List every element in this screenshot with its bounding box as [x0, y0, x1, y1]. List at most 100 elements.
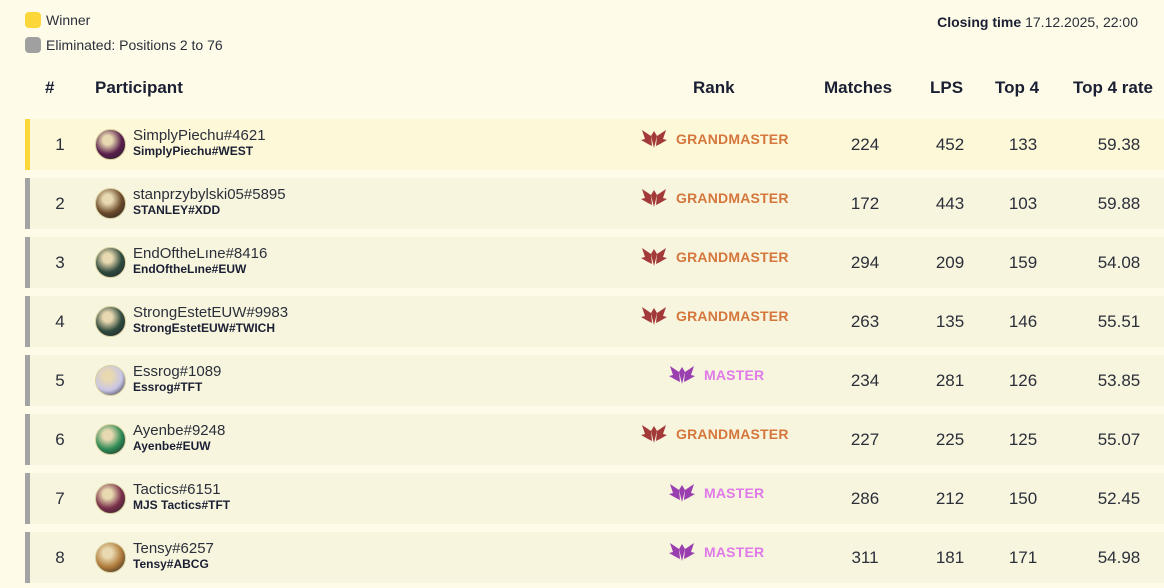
table-row[interactable]: 5 Essrog#1089 Essrog#TFT MASTER 234 281 126 53.…	[25, 355, 1164, 406]
top4-rate-value: 55.07	[1097, 429, 1141, 449]
riot-id[interactable]: Tensy#6257	[133, 540, 214, 557]
rank-label: MASTER	[704, 485, 765, 501]
rank-badge: MASTER	[668, 532, 764, 572]
riot-id[interactable]: EndOftheLıne#8416	[133, 245, 267, 262]
participant-name[interactable]: EndOftheLıne#8416 EndOftheLıne#EUW	[133, 245, 267, 276]
table-row[interactable]: 4 StrongEstetEUW#9983 StrongEstetEUW#TWICH…	[25, 296, 1164, 347]
table-row[interactable]: 7 Tactics#6151 MJS Tactics#TFT MASTER 286 212…	[25, 473, 1164, 524]
closing-time-value: 17.12.2025, 22:00	[1025, 14, 1138, 30]
table-row[interactable]: 3 EndOftheLıne#8416 EndOftheLıne#EUW GRANDM…	[25, 237, 1164, 288]
position: 1	[55, 134, 65, 154]
riot-id[interactable]: Essrog#1089	[133, 363, 221, 380]
rank-badge: MASTER	[668, 473, 764, 513]
riot-id[interactable]: SimplyPiechu#4621	[133, 127, 266, 144]
top4-value: 171	[1008, 547, 1038, 567]
grandmaster-emblem-icon	[640, 422, 668, 446]
master-emblem-icon	[668, 481, 696, 505]
display-tag: MJS Tactics#TFT	[133, 498, 231, 512]
display-tag: Tensy#ABCG	[133, 557, 209, 571]
top4-value: 150	[1008, 488, 1038, 508]
avatar[interactable]	[95, 542, 126, 573]
table-row[interactable]: 8 Tensy#6257 Tensy#ABCG MASTER 311 181 171 54.9…	[25, 532, 1164, 583]
lps-value: 281	[935, 370, 965, 390]
col-top4[interactable]: Top 4	[995, 78, 1039, 98]
participant-name[interactable]: Essrog#1089 Essrog#TFT	[133, 363, 221, 394]
table-row[interactable]: 1 SimplyPiechu#4621 SimplyPiechu#WEST GRAND…	[25, 119, 1164, 170]
avatar[interactable]	[95, 129, 126, 160]
position: 4	[55, 311, 65, 331]
participant-name[interactable]: Tensy#6257 Tensy#ABCG	[133, 540, 214, 571]
riot-id[interactable]: stanprzybylski05#5895	[133, 186, 286, 203]
rank-badge: GRANDMASTER	[640, 119, 789, 159]
leaderboard-page: Winner Eliminated: Positions 2 to 76 Clo…	[0, 0, 1164, 588]
legend-eliminated: Eliminated: Positions 2 to 76	[25, 37, 223, 53]
avatar[interactable]	[95, 247, 126, 278]
avatar[interactable]	[95, 483, 126, 514]
col-rank[interactable]: Rank	[693, 78, 735, 98]
table-header: # Participant Rank Matches LPS Top 4 Top…	[25, 78, 1164, 100]
avatar[interactable]	[95, 306, 126, 337]
participant-name[interactable]: StrongEstetEUW#9983 StrongEstetEUW#TWICH	[133, 304, 288, 335]
top4-rate-value: 53.85	[1097, 370, 1141, 390]
master-emblem-icon	[668, 540, 696, 564]
avatar[interactable]	[95, 424, 126, 455]
lps-value: 181	[935, 547, 965, 567]
matches-value: 227	[850, 429, 880, 449]
rank-label: GRANDMASTER	[676, 426, 789, 442]
avatar[interactable]	[95, 188, 126, 219]
top4-value: 126	[1008, 370, 1038, 390]
grandmaster-emblem-icon	[640, 186, 668, 210]
rank-label: GRANDMASTER	[676, 249, 789, 265]
matches-value: 172	[850, 193, 880, 213]
legend-winner: Winner	[25, 12, 223, 28]
winner-swatch	[25, 12, 41, 28]
grandmaster-emblem-icon	[640, 127, 668, 151]
top4-value: 159	[1008, 252, 1038, 272]
top4-value: 103	[1008, 193, 1038, 213]
col-lps[interactable]: LPS	[930, 78, 963, 98]
legend: Winner Eliminated: Positions 2 to 76	[25, 12, 223, 62]
matches-value: 286	[850, 488, 880, 508]
lps-value: 209	[935, 252, 965, 272]
table-row[interactable]: 2 stanprzybylski05#5895 STANLEY#XDD GRANDMA…	[25, 178, 1164, 229]
top4-rate-value: 54.98	[1097, 547, 1141, 567]
rank-label: GRANDMASTER	[676, 131, 789, 147]
master-emblem-icon	[668, 363, 696, 387]
display-tag: EndOftheLıne#EUW	[133, 262, 247, 276]
riot-id[interactable]: Ayenbe#9248	[133, 422, 225, 439]
riot-id[interactable]: StrongEstetEUW#9983	[133, 304, 288, 321]
matches-value: 224	[850, 134, 880, 154]
lps-value: 135	[935, 311, 965, 331]
col-pos[interactable]: #	[45, 78, 54, 98]
lps-value: 443	[935, 193, 965, 213]
lps-value: 452	[935, 134, 965, 154]
rank-label: MASTER	[704, 544, 765, 560]
rank-badge: GRANDMASTER	[640, 237, 789, 277]
participant-name[interactable]: stanprzybylski05#5895 STANLEY#XDD	[133, 186, 286, 217]
participant-name[interactable]: SimplyPiechu#4621 SimplyPiechu#WEST	[133, 127, 266, 158]
col-top4-rate[interactable]: Top 4 rate	[1073, 78, 1153, 98]
col-participant[interactable]: Participant	[95, 78, 183, 98]
top4-value: 125	[1008, 429, 1038, 449]
rank-badge: GRANDMASTER	[640, 178, 789, 218]
riot-id[interactable]: Tactics#6151	[133, 481, 230, 498]
matches-value: 263	[850, 311, 880, 331]
avatar[interactable]	[95, 365, 126, 396]
top4-value: 146	[1008, 311, 1038, 331]
closing-time-label: Closing time	[937, 14, 1022, 30]
top4-value: 133	[1008, 134, 1038, 154]
participant-name[interactable]: Tactics#6151 MJS Tactics#TFT	[133, 481, 230, 512]
grandmaster-emblem-icon	[640, 245, 668, 269]
display-tag: StrongEstetEUW#TWICH	[133, 321, 275, 335]
display-tag: Ayenbe#EUW	[133, 439, 211, 453]
col-matches[interactable]: Matches	[824, 78, 892, 98]
rank-badge: GRANDMASTER	[640, 414, 789, 454]
participant-name[interactable]: Ayenbe#9248 Ayenbe#EUW	[133, 422, 225, 453]
table-row[interactable]: 6 Ayenbe#9248 Ayenbe#EUW GRANDMASTER 227 225 1…	[25, 414, 1164, 465]
matches-value: 234	[850, 370, 880, 390]
rank-label: MASTER	[704, 367, 765, 383]
top4-rate-value: 55.51	[1097, 311, 1141, 331]
eliminated-swatch	[25, 37, 41, 53]
legend-eliminated-label: Eliminated: Positions 2 to 76	[46, 37, 223, 53]
lps-value: 225	[935, 429, 965, 449]
